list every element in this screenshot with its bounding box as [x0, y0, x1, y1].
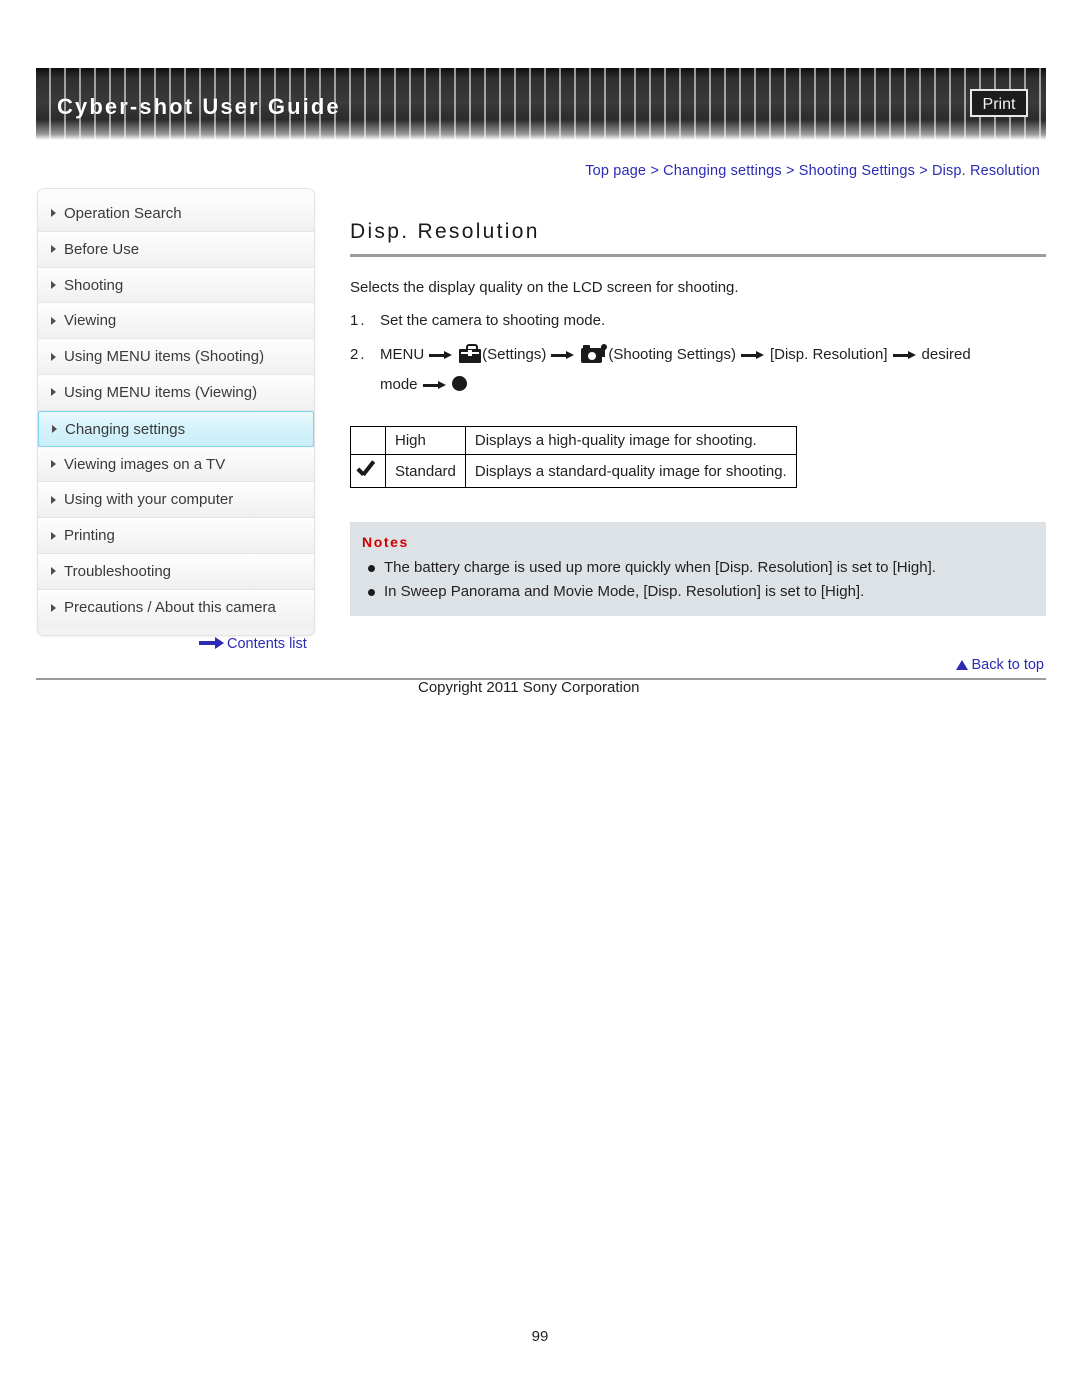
note-item: In Sweep Panorama and Movie Mode, [Disp.…: [362, 580, 1046, 604]
triangle-bullet-icon: [51, 280, 56, 289]
title-divider: [350, 254, 1046, 257]
triangle-bullet-icon: [51, 495, 56, 504]
options-table: High Displays a high-quality image for s…: [350, 426, 797, 488]
note-text: In Sweep Panorama and Movie Mode, [Disp.…: [384, 583, 865, 600]
settings-label: (Settings): [482, 346, 547, 363]
bullet-icon: [368, 589, 375, 596]
triangle-bullet-icon: [51, 316, 56, 325]
bullet-icon: [368, 565, 375, 572]
triangle-bullet-icon: [51, 352, 56, 361]
sidebar-item-troubleshooting[interactable]: Troubleshooting: [38, 553, 314, 590]
sidebar-item-label: Shooting: [64, 276, 124, 294]
triangle-bullet-icon: [51, 531, 56, 540]
sidebar-item-precautions-about-this-camera[interactable]: Precautions / About this camera: [38, 589, 314, 626]
option-name: High: [385, 426, 466, 455]
option-description: Displays a high-quality image for shooti…: [464, 426, 797, 455]
note-item: The battery charge is used up more quick…: [362, 556, 1046, 580]
contents-list-label: Contents list: [227, 636, 307, 652]
option-description: Displays a standard-quality image for sh…: [464, 454, 797, 488]
sidebar-item-label: Before Use: [64, 240, 140, 258]
sidebar-item-label: Using MENU items (Viewing): [64, 383, 258, 401]
menu-item-label: [Disp. Resolution]: [769, 346, 888, 363]
sidebar-item-before-use[interactable]: Before Use: [38, 231, 314, 268]
sidebar-item-label: Viewing images on a TV: [64, 455, 226, 473]
mode-label: mode: [380, 376, 418, 393]
main-content: Disp. Resolution Selects the display qua…: [350, 220, 1046, 616]
breadcrumb-item-disp-resolution[interactable]: Disp. Resolution: [932, 163, 1040, 179]
sidebar-item-label: Troubleshooting: [64, 562, 172, 580]
sidebar-nav: Operation Search Before Use Shooting Vie…: [37, 188, 315, 636]
header-banner: Cyber-shot User Guide Print: [36, 68, 1046, 140]
checkmark-icon: [357, 460, 379, 478]
sidebar-item-label: Printing: [64, 527, 115, 545]
triangle-bullet-icon: [51, 603, 56, 612]
camera-shooting-settings-icon: [581, 344, 608, 363]
triangle-up-icon: [956, 660, 969, 670]
triangle-bullet-icon: [51, 388, 56, 397]
center-button-icon: [451, 376, 467, 391]
sidebar-item-label: Using with your computer: [64, 491, 234, 509]
arrow-right-icon: [740, 350, 765, 360]
arrow-right-icon: [422, 380, 447, 390]
step-2: 2. MENU (Settings) (Shooting Settings) [Dis…: [350, 340, 1046, 400]
arrow-right-icon: [892, 350, 917, 360]
desired-label: desired: [921, 346, 971, 363]
note-text: The battery charge is used up more quick…: [384, 559, 936, 576]
triangle-bullet-icon: [52, 424, 57, 433]
breadcrumb-separator: >: [919, 163, 928, 179]
step-text: Set the camera to shooting mode.: [380, 312, 606, 329]
triangle-bullet-icon: [51, 459, 56, 468]
sidebar-item-label: Using MENU items (Shooting): [64, 348, 265, 366]
sidebar-item-using-menu-items-shooting[interactable]: Using MENU items (Shooting): [38, 339, 314, 375]
triangle-bullet-icon: [51, 209, 56, 218]
app-title: Cyber-shot User Guide: [57, 94, 341, 119]
shooting-settings-label: (Shooting Settings): [608, 346, 736, 363]
notes-title: Notes: [362, 534, 409, 550]
triangle-bullet-icon: [51, 567, 56, 576]
sidebar-item-shooting[interactable]: Shooting: [38, 267, 314, 304]
table-row: High Displays a high-quality image for s…: [350, 426, 797, 455]
sidebar-item-operation-search[interactable]: Operation Search: [38, 196, 314, 232]
print-button[interactable]: Print: [970, 89, 1028, 117]
sidebar-item-label: Operation Search: [64, 205, 182, 222]
breadcrumb: Top page > Changing settings > Shooting …: [585, 163, 1040, 179]
sidebar-item-using-menu-items-viewing[interactable]: Using MENU items (Viewing): [38, 374, 314, 411]
step-1: 1. Set the camera to shooting mode.: [350, 306, 1046, 336]
arrow-right-icon: [429, 350, 453, 360]
contents-list-link[interactable]: Contents list: [199, 636, 307, 652]
menu-label: MENU: [380, 346, 425, 363]
selection-cell: [350, 454, 386, 488]
page-title: Disp. Resolution: [350, 220, 540, 243]
step-number: 1.: [350, 312, 367, 329]
toolbox-settings-icon: [459, 344, 482, 363]
sidebar-item-viewing-images-on-a-tv[interactable]: Viewing images on a TV: [38, 446, 314, 483]
sidebar-item-viewing[interactable]: Viewing: [38, 303, 314, 340]
sidebar-item-label: Precautions / About this camera: [64, 598, 276, 616]
back-to-top-label: Back to top: [971, 657, 1044, 673]
breadcrumb-item-changing-settings[interactable]: Changing settings: [663, 163, 782, 179]
breadcrumb-separator: >: [785, 163, 795, 179]
sidebar-item-label: Changing settings: [65, 420, 186, 438]
sidebar-item-printing[interactable]: Printing: [38, 518, 314, 554]
arrow-right-icon: [199, 637, 225, 650]
notes-box: Notes The battery charge is used up more…: [350, 522, 1046, 616]
copyright-text: Copyright 2011 Sony Corporation: [418, 679, 640, 696]
arrow-right-icon: [551, 350, 575, 360]
sidebar-item-label: Viewing: [64, 312, 117, 330]
breadcrumb-separator: >: [650, 163, 659, 179]
instruction-steps: 1. Set the camera to shooting mode. 2. M…: [350, 306, 1046, 400]
breadcrumb-item-shooting-settings[interactable]: Shooting Settings: [799, 163, 915, 179]
step-text: MENU (Settings) (Shooting Settings) [Disp. …: [380, 340, 1046, 400]
back-to-top-link[interactable]: Back to top: [956, 657, 1044, 673]
table-row: Standard Displays a standard-quality ima…: [350, 454, 797, 488]
option-name: Standard: [385, 454, 466, 488]
breadcrumb-item-top-page[interactable]: Top page: [585, 163, 646, 179]
intro-text: Selects the display quality on the LCD s…: [350, 279, 739, 296]
selection-cell: [350, 426, 386, 455]
triangle-bullet-icon: [51, 245, 56, 254]
sidebar-item-using-with-your-computer[interactable]: Using with your computer: [38, 482, 314, 519]
page-number: 99: [531, 1328, 549, 1345]
sidebar-item-changing-settings[interactable]: Changing settings: [38, 410, 314, 447]
step-number: 2.: [350, 346, 367, 363]
